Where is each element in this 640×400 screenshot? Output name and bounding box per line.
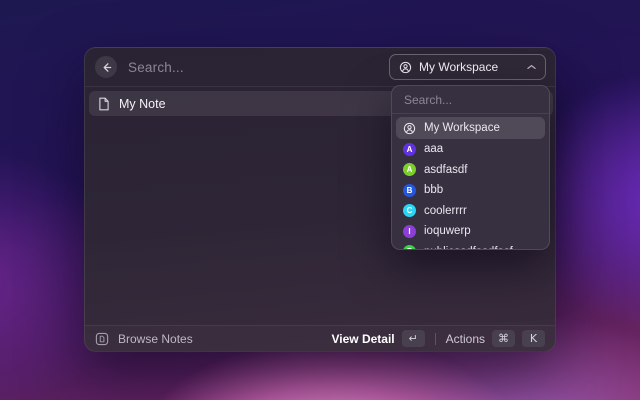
workspace-avatar: B xyxy=(403,184,416,197)
workspace-avatar: A xyxy=(403,163,416,176)
workspace-selector-label: My Workspace xyxy=(419,60,498,74)
return-key-icon[interactable]: ↵ xyxy=(402,330,425,347)
workspace-search-input[interactable]: Search... xyxy=(392,86,549,114)
workspace-option-label: publicasdfasdfasf xyxy=(424,246,513,250)
workspace-dropdown: Search... My WorkspaceAaaaAasdfasdfBbbbC… xyxy=(391,85,550,250)
workspace-option[interactable]: Aasdfasdf xyxy=(396,160,545,181)
workspace-option-label: asdfasdf xyxy=(424,164,467,176)
back-button[interactable] xyxy=(95,56,117,78)
workspace-option[interactable]: Ppublicasdfasdfasf xyxy=(396,242,545,251)
workspace-avatar: A xyxy=(403,143,416,156)
footer-divider xyxy=(435,333,436,345)
browse-notes-icon xyxy=(95,332,109,346)
workspace-option-label: bbb xyxy=(424,184,443,196)
workspace-option[interactable]: My Workspace xyxy=(396,117,545,139)
workspace-option-label: ioquwerp xyxy=(424,225,471,237)
person-circle-icon xyxy=(403,122,416,135)
workspace-avatar: C xyxy=(403,204,416,217)
back-arrow-icon xyxy=(101,62,112,73)
note-icon xyxy=(98,97,110,111)
workspace-option-label: coolerrrr xyxy=(424,205,467,217)
desktop-background: Search... My Workspace My Note Search...… xyxy=(0,0,640,400)
workspace-option-label: My Workspace xyxy=(424,122,500,134)
chevron-up-icon xyxy=(527,64,536,70)
footer-bar: Browse Notes View Detail ↵ Actions ⌘ K xyxy=(85,325,555,351)
workspace-avatar: P xyxy=(403,245,416,250)
actions-button[interactable]: Actions xyxy=(446,332,485,346)
search-bar: Search... My Workspace xyxy=(85,48,555,86)
workspace-option[interactable]: Aaaa xyxy=(396,139,545,160)
browse-notes: Browse Notes xyxy=(95,332,193,346)
person-circle-icon xyxy=(399,61,412,74)
workspace-option[interactable]: Bbbb xyxy=(396,180,545,201)
workspace-avatar: I xyxy=(403,225,416,238)
workspace-list: My WorkspaceAaaaAasdfasdfBbbbCcoolerrrrI… xyxy=(392,114,549,250)
workspace-option[interactable]: Ccoolerrrr xyxy=(396,201,545,222)
workspace-selector-button[interactable]: My Workspace xyxy=(389,54,546,80)
workspace-option-label: aaa xyxy=(424,143,443,155)
launcher-window: Search... My Workspace My Note Search...… xyxy=(84,47,556,352)
browse-notes-label: Browse Notes xyxy=(118,332,193,346)
result-row-label: My Note xyxy=(119,97,166,111)
k-key-icon[interactable]: K xyxy=(522,330,545,347)
command-key-icon[interactable]: ⌘ xyxy=(492,330,515,347)
search-input[interactable]: Search... xyxy=(128,60,184,75)
workspace-option[interactable]: Iioquwerp xyxy=(396,221,545,242)
view-detail-button[interactable]: View Detail xyxy=(332,332,395,346)
